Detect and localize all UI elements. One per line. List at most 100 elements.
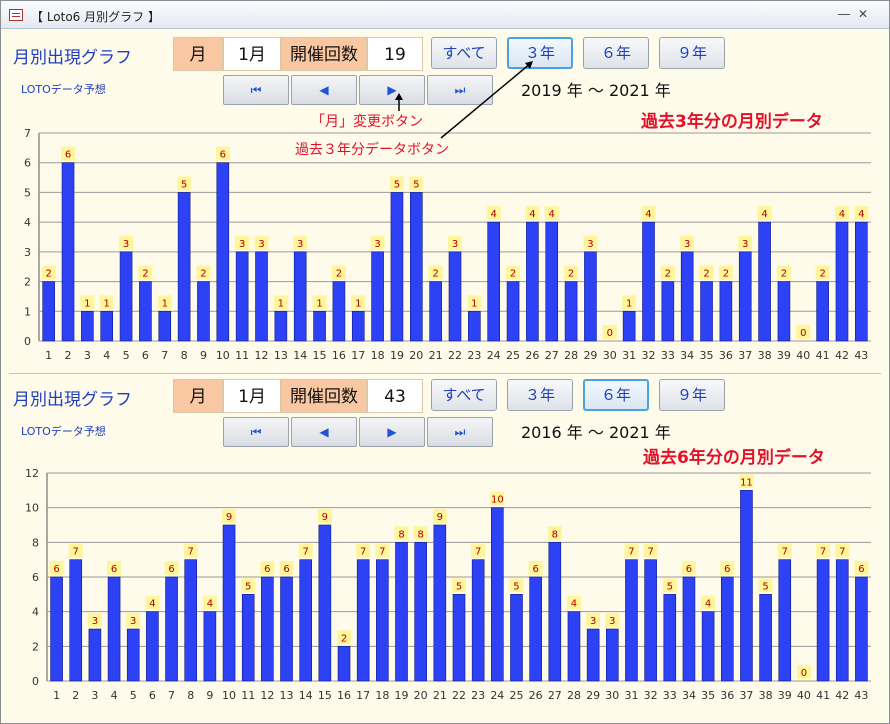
x-tick-label: 28 — [564, 349, 578, 362]
bar — [177, 192, 191, 342]
bar — [701, 611, 715, 682]
month-value: 1月 — [223, 379, 281, 413]
data-label: 6 — [724, 564, 730, 575]
data-label: 2 — [723, 269, 729, 280]
bar — [778, 559, 792, 682]
next-icon: ▶ — [387, 83, 397, 97]
data-label: 4 — [645, 209, 651, 220]
data-label: 10 — [491, 495, 504, 506]
loto-predict-link[interactable]: LOTOデータ予想 — [21, 81, 106, 97]
x-tick-label: 10 — [216, 349, 230, 362]
next-month-button[interactable]: ▶ — [359, 417, 425, 447]
bar — [414, 542, 427, 682]
data-label: 9 — [226, 512, 232, 523]
data-label: 1 — [355, 298, 361, 309]
bar — [261, 576, 274, 682]
bar — [606, 628, 619, 682]
data-label: 0 — [607, 328, 613, 339]
x-tick-label: 5 — [123, 349, 130, 362]
data-label: 3 — [123, 239, 129, 250]
data-label: 1 — [316, 298, 322, 309]
data-label: 0 — [801, 668, 807, 679]
x-tick-label: 18 — [375, 689, 389, 702]
data-label: 3 — [587, 239, 593, 250]
x-tick-label: 2 — [72, 689, 79, 702]
x-tick-label: 30 — [603, 349, 617, 362]
data-label: 6 — [858, 564, 864, 575]
last-month-button[interactable]: ⏭ — [427, 75, 493, 105]
bar — [235, 251, 249, 342]
x-tick-label: 2 — [65, 349, 72, 362]
first-month-button[interactable]: ⏮ — [223, 417, 289, 447]
bar — [468, 310, 481, 342]
first-icon: ⏮ — [250, 425, 262, 439]
prev-icon: ◀ — [319, 425, 329, 439]
x-tick-label: 23 — [467, 349, 481, 362]
data-label: 6 — [111, 564, 117, 575]
first-month-button[interactable]: ⏮ — [223, 75, 289, 105]
x-tick-label: 16 — [332, 349, 346, 362]
annotation-title: 過去6年分の月別データ — [643, 448, 825, 468]
y-tick-label: 4 — [24, 216, 31, 229]
data-label: 7 — [188, 547, 194, 558]
bar — [197, 281, 210, 342]
bar — [216, 162, 230, 342]
loto-predict-link[interactable]: LOTOデータ予想 — [21, 423, 106, 439]
data-label: 1 — [471, 298, 477, 309]
bar-chart-top: 0123456721621314352617582961031131211331… — [24, 127, 871, 362]
bar — [222, 524, 236, 682]
data-label: 3 — [742, 239, 748, 250]
data-label: 1 — [84, 298, 90, 309]
x-tick-label: 13 — [280, 689, 294, 702]
bar — [567, 611, 581, 682]
divider — [9, 373, 881, 374]
data-label: 6 — [532, 564, 538, 575]
three-years-button[interactable]: ３年 — [507, 37, 573, 69]
data-label: 8 — [552, 529, 558, 540]
nine-years-button[interactable]: ９年 — [659, 37, 725, 69]
bar — [777, 281, 791, 342]
year-range: 2019 年 ～ 2021 年 — [521, 81, 671, 100]
data-label: 1 — [626, 298, 632, 309]
last-month-button[interactable]: ⏭ — [427, 417, 493, 447]
data-label: 6 — [220, 150, 226, 161]
bar — [371, 251, 384, 342]
panel-title: 月別出現グラフ — [13, 390, 132, 410]
x-tick-label: 41 — [816, 689, 830, 702]
bar — [758, 221, 771, 342]
six-years-button[interactable]: ６年 — [583, 37, 649, 69]
six-years-button[interactable]: ６年 — [583, 379, 649, 411]
bar — [622, 310, 636, 342]
x-tick-label: 17 — [351, 349, 365, 362]
x-tick-label: 8 — [187, 689, 194, 702]
close-button[interactable]: ✕ — [843, 6, 883, 24]
nine-years-button[interactable]: ９年 — [659, 379, 725, 411]
bar — [203, 611, 217, 682]
bar-chart-bottom: 0246810126172336435466778499105116126137… — [25, 467, 871, 702]
three-years-button[interactable]: ３年 — [507, 379, 573, 411]
prev-month-button[interactable]: ◀ — [291, 417, 357, 447]
data-label: 2 — [336, 269, 342, 280]
x-tick-label: 36 — [719, 349, 733, 362]
data-label: 5 — [513, 581, 519, 592]
x-tick-label: 30 — [605, 689, 619, 702]
bar — [487, 221, 500, 342]
y-tick-label: 2 — [32, 640, 39, 653]
x-tick-label: 21 — [433, 689, 447, 702]
prev-month-button[interactable]: ◀ — [291, 75, 357, 105]
data-label: 1 — [162, 298, 168, 309]
data-label: 7 — [782, 547, 788, 558]
data-label: 3 — [297, 239, 303, 250]
data-label: 7 — [647, 547, 653, 558]
all-years-button[interactable]: すべて — [431, 379, 497, 411]
next-month-button[interactable]: ▶ — [359, 75, 425, 105]
y-tick-label: 8 — [32, 536, 39, 549]
bar — [759, 594, 772, 682]
data-label: 4 — [571, 599, 577, 610]
data-label: 2 — [510, 269, 516, 280]
x-tick-label: 38 — [759, 689, 773, 702]
x-tick-label: 40 — [796, 349, 810, 362]
y-tick-label: 4 — [32, 606, 39, 619]
data-label: 3 — [590, 616, 596, 627]
all-years-button[interactable]: すべて — [431, 37, 497, 69]
